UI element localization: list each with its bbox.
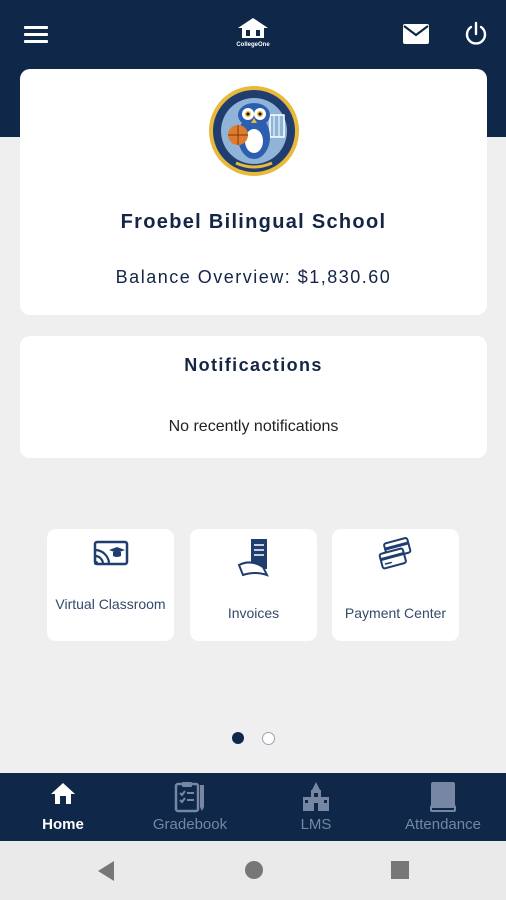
invoice-icon (237, 539, 269, 577)
credit-card-icon (378, 537, 412, 570)
school-name: Froebel Bilingual School (120, 211, 387, 233)
nav-label: Attendance (405, 816, 481, 833)
page-dot-active[interactable] (232, 732, 244, 744)
owl-crest-icon (208, 85, 300, 177)
lms-building-icon (303, 782, 329, 811)
recent-apps-icon[interactable] (390, 860, 410, 885)
school-card: Froebel Bilingual School Balance Overvie… (20, 69, 487, 315)
gradebook-icon (174, 782, 204, 813)
nav-home[interactable]: Home (8, 773, 118, 841)
page-dot[interactable] (262, 732, 275, 745)
bottom-navigation: Home Gradebook LMS Attendance (0, 773, 506, 841)
nav-gradebook[interactable]: Gradebook (135, 773, 245, 841)
page-indicator (0, 732, 506, 746)
nav-label: Gradebook (152, 816, 228, 833)
notifications-empty-text: No recently notifications (168, 418, 339, 435)
college-one-logo: CollegeOne (228, 16, 278, 54)
hamburger-menu-icon[interactable] (20, 18, 52, 50)
virtual-classroom-icon (93, 540, 129, 566)
nav-lms[interactable]: LMS (261, 773, 371, 841)
system-navigation-bar (0, 841, 506, 900)
nav-label: LMS (300, 816, 332, 833)
tile-label: Invoices (227, 605, 280, 621)
nav-attendance[interactable]: Attendance (388, 773, 498, 841)
virtual-classroom-tile[interactable]: Virtual Classroom (47, 529, 174, 641)
home-icon (51, 783, 75, 804)
tile-label: Virtual Classroom (55, 596, 166, 612)
nav-label: Home (42, 816, 84, 833)
notifications-card: Notificactions No recently notifications (20, 336, 487, 458)
logo-text: CollegeOne (236, 42, 270, 48)
payment-center-tile[interactable]: Payment Center (332, 529, 459, 641)
tile-label: Payment Center (344, 605, 447, 621)
power-icon[interactable] (460, 18, 492, 50)
attendance-book-icon (430, 782, 456, 812)
back-icon[interactable] (96, 860, 116, 887)
balance-overview[interactable]: Balance Overview: $1,830.60 (20, 267, 487, 288)
home-circle-icon[interactable] (244, 860, 264, 885)
mail-icon[interactable] (400, 18, 432, 50)
invoices-tile[interactable]: Invoices (190, 529, 317, 641)
notifications-title: Notificactions (184, 355, 323, 375)
